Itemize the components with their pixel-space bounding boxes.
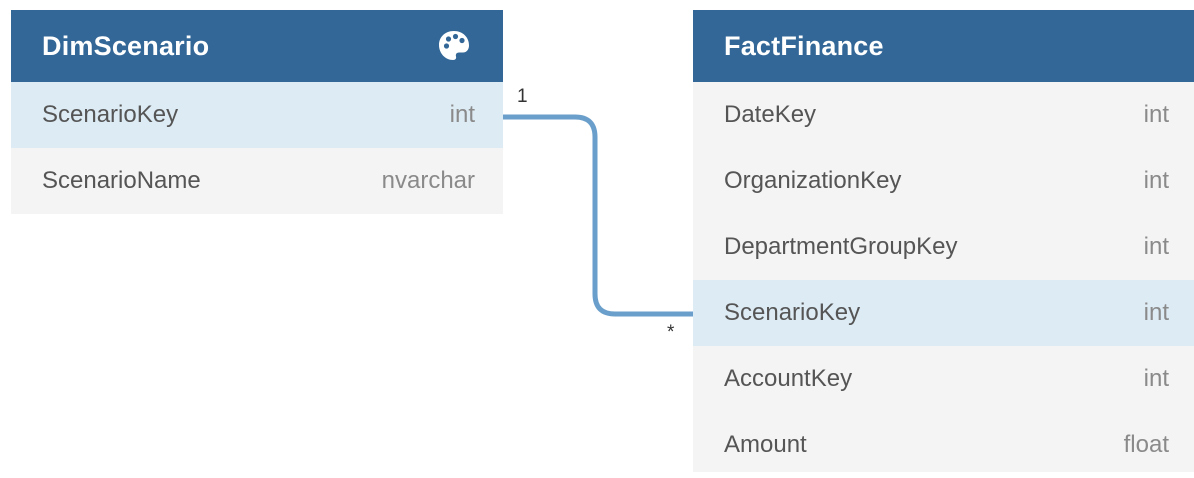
column-row[interactable]: ScenarioName nvarchar: [11, 148, 503, 214]
column-name: Amount: [724, 431, 807, 458]
column-row[interactable]: DateKey int: [693, 82, 1194, 148]
relationship-line: [503, 114, 693, 317]
column-name: ScenarioName: [42, 167, 201, 194]
column-name: ScenarioKey: [724, 299, 861, 326]
column-name: OrganizationKey: [724, 167, 902, 194]
column-type: int: [1143, 101, 1169, 128]
column-type: nvarchar: [381, 167, 475, 194]
column-row[interactable]: ScenarioKey int: [693, 280, 1194, 346]
table-dimscenario[interactable]: DimScenario ScenarioKey int ScenarioName…: [11, 10, 503, 214]
cardinality-many-label: *: [667, 322, 675, 343]
table-title: DimScenario: [42, 30, 210, 61]
column-name: ScenarioKey: [42, 101, 179, 128]
column-name: AccountKey: [724, 365, 853, 392]
column-type: float: [1123, 431, 1169, 458]
table-header[interactable]: DimScenario: [11, 10, 503, 82]
column-type: int: [1143, 233, 1169, 260]
cardinality-one-label: 1: [517, 86, 528, 107]
column-type: int: [449, 101, 475, 128]
column-row[interactable]: AccountKey int: [693, 346, 1194, 412]
column-row[interactable]: DepartmentGroupKey int: [693, 214, 1194, 280]
table-factfinance[interactable]: FactFinance DateKey int OrganizationKey …: [693, 10, 1194, 472]
table-title: FactFinance: [724, 30, 884, 61]
column-type: int: [1143, 365, 1169, 392]
column-name: DateKey: [724, 101, 817, 128]
palette-icon[interactable]: [437, 29, 471, 63]
table-header[interactable]: FactFinance: [693, 10, 1194, 82]
column-row[interactable]: ScenarioKey int: [11, 82, 503, 148]
column-type: int: [1143, 167, 1169, 194]
column-row[interactable]: OrganizationKey int: [693, 148, 1194, 214]
column-name: DepartmentGroupKey: [724, 233, 958, 260]
column-type: int: [1143, 299, 1169, 326]
column-row[interactable]: Amount float: [693, 412, 1194, 478]
